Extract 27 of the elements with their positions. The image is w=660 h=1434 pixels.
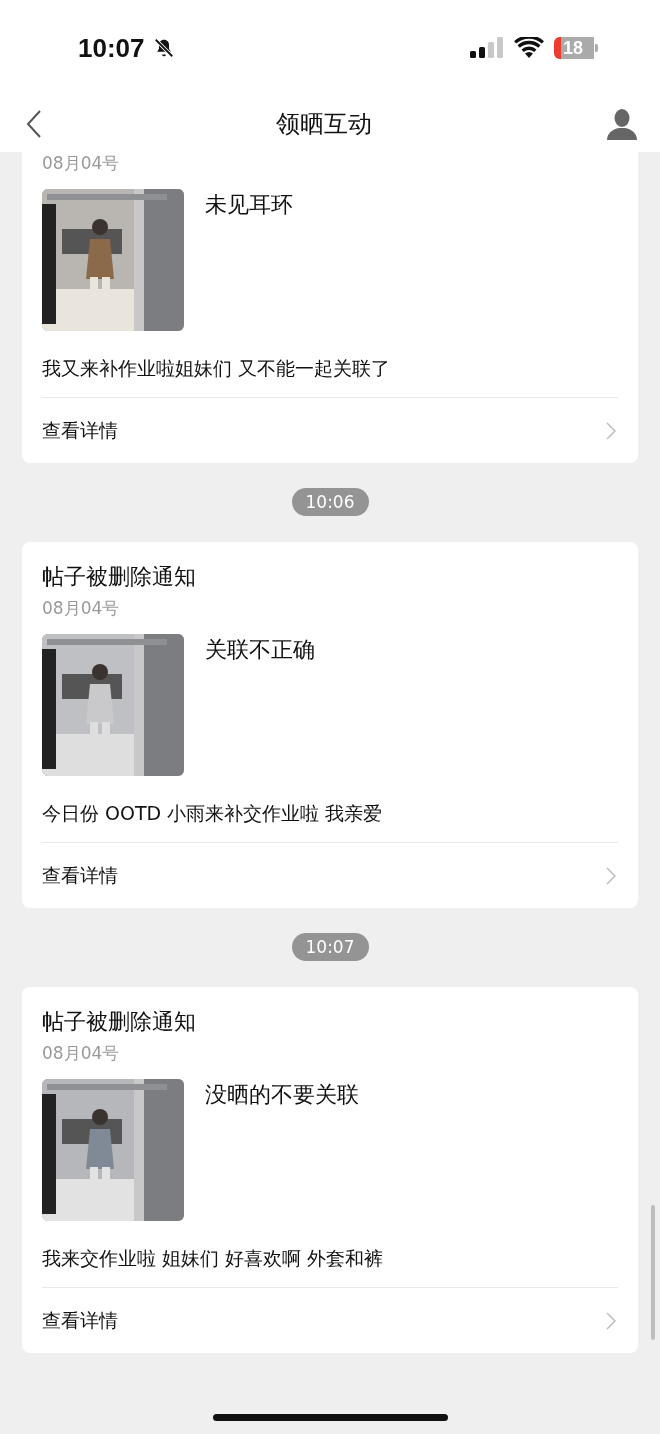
wifi-icon: [514, 37, 544, 59]
post-text: 我又来补作业啦姐妹们 又不能一起关联了: [42, 353, 618, 398]
view-details-link[interactable]: 查看详情: [42, 843, 618, 908]
notice-title: 帖子被删除通知: [42, 563, 197, 591]
back-icon[interactable]: [26, 110, 42, 138]
chevron-right-icon: [606, 866, 616, 885]
view-details-link[interactable]: 查看详情: [42, 398, 618, 463]
notice-date: 08月04号: [42, 597, 121, 620]
reason-text: 没晒的不要关联: [205, 1081, 359, 1109]
person-icon[interactable]: [606, 108, 638, 140]
notice-date: 08月04号: [42, 152, 121, 175]
reason-text: 关联不正确: [205, 636, 315, 664]
timestamp: 10:07: [291, 933, 369, 961]
muted-bell-icon: [152, 37, 175, 59]
view-details-link[interactable]: 查看详情: [42, 1288, 618, 1353]
clock-time: 10:07: [78, 32, 145, 64]
notice-title: 帖子被删除通知: [42, 1008, 197, 1036]
reason-text: 未见耳环: [205, 191, 293, 219]
post-text: 今日份 OOTD 小雨来补交作业啦 我亲爱: [42, 798, 618, 843]
notice-date: 08月04号: [42, 1042, 121, 1065]
post-text: 我来交作业啦 姐妹们 好喜欢啊 外套和裤: [42, 1243, 618, 1288]
page-title: 领晒互动: [276, 109, 372, 140]
chevron-right-icon: [606, 1311, 616, 1330]
timestamp: 10:06: [291, 488, 369, 516]
chevron-right-icon: [606, 421, 616, 440]
signal-icon: [470, 37, 504, 59]
battery-indicator: 18: [554, 37, 598, 59]
